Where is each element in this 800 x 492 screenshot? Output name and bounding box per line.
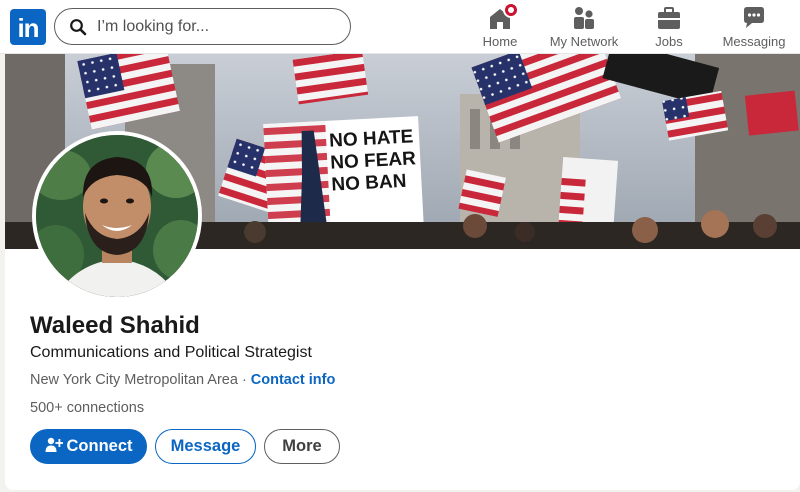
nav-label-messaging: Messaging [722, 34, 786, 49]
search-icon [70, 19, 87, 36]
profile-name: Waleed Shahid [30, 312, 200, 339]
add-person-icon [45, 437, 63, 452]
nav-home[interactable]: Home [478, 2, 522, 51]
profile-location-row: New York City Metropolitan Area · Contact … [30, 372, 335, 388]
sign-line-2: NO FEAR [330, 148, 417, 173]
sign-line-3: NO BAN [331, 171, 407, 196]
profile-location: New York City Metropolitan Area [30, 372, 238, 388]
search-input[interactable] [97, 17, 337, 37]
more-button-label: More [282, 437, 322, 455]
notification-badge [503, 2, 519, 18]
messaging-icon [741, 5, 767, 31]
profile-headline: Communications and Political Strategist [30, 344, 312, 361]
more-button[interactable]: More [264, 429, 340, 464]
connections-count: 500+ connections [30, 400, 145, 416]
separator-dot: · [241, 372, 247, 388]
connect-button-label: Connect [66, 437, 133, 455]
profile-avatar[interactable] [32, 131, 202, 301]
nav-jobs[interactable]: Jobs [650, 5, 688, 51]
profile-card: NO HATE NO FEAR NO BAN Waleed Shahid Com… [5, 54, 800, 490]
message-button[interactable]: Message [155, 429, 256, 464]
home-icon [487, 2, 519, 31]
nav-label-my-network: My Network [549, 34, 619, 49]
linkedin-logo[interactable]: in [10, 9, 46, 45]
nav-my-network[interactable]: My Network [546, 5, 622, 51]
search-box[interactable] [54, 8, 351, 45]
briefcase-icon [656, 5, 682, 31]
message-button-label: Message [170, 437, 241, 455]
nav-label-jobs: Jobs [655, 34, 683, 49]
contact-info-link[interactable]: Contact info [251, 372, 336, 388]
top-navigation-bar: in Home My Network [0, 0, 800, 54]
sign-line-1: NO HATE [329, 126, 414, 151]
connect-button[interactable]: Connect [30, 429, 147, 464]
network-icon [571, 5, 597, 31]
nav-label-home: Home [482, 34, 518, 49]
nav-messaging[interactable]: Messaging [721, 5, 787, 51]
